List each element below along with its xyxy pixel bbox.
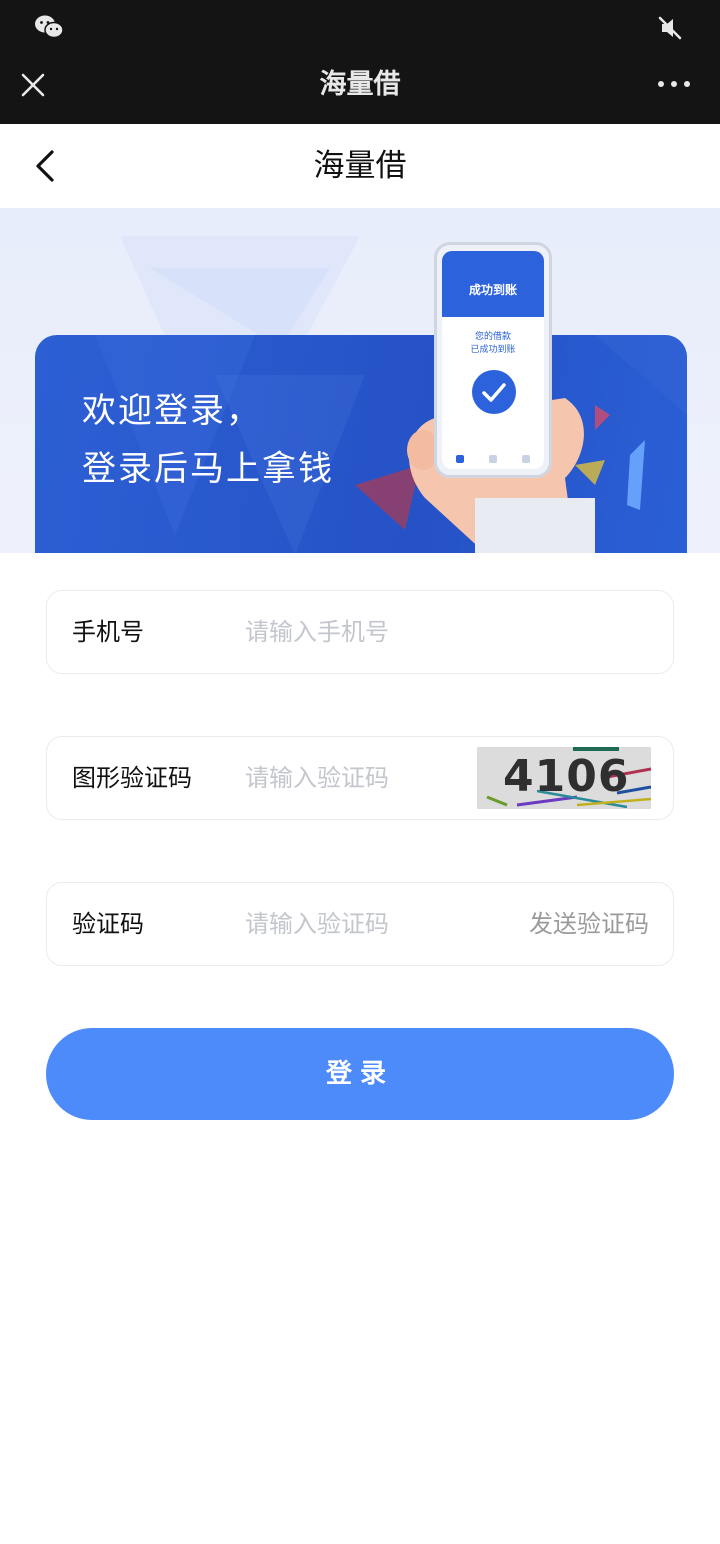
phone-illustration: 成功到账 您的借款 已成功到账 [434,242,552,478]
wechat-title: 海量借 [319,69,401,100]
captcha-label: 图形验证码 [72,764,192,792]
phone-subtitle-1: 您的借款 [474,332,511,342]
sms-label: 验证码 [72,910,144,938]
wechat-title-bar: 海量借 [0,56,720,124]
banner-heading-line1: 欢迎登录， [82,391,262,431]
phone-field: 手机号 [46,590,674,674]
page-title: 海量借 [313,148,407,184]
captcha-image[interactable]: 4106 [477,747,651,809]
nav-bar: 海量借 [0,124,720,208]
login-button[interactable]: 登录 [46,1028,674,1120]
phone-header-text: 成功到账 [468,283,517,297]
captcha-text: 4106 [503,751,630,802]
phone-subtitle-2: 已成功到账 [470,345,516,355]
phone-header: 成功到账 [442,251,544,317]
send-code-button[interactable]: 发送验证码 [529,905,649,943]
sms-code-input[interactable] [245,903,485,945]
wechat-icon [35,15,64,39]
check-circle-icon [472,370,516,414]
status-bar [0,0,720,56]
banner-heading-line2: 登录后马上拿钱 [82,449,334,489]
phone-input[interactable] [245,611,485,653]
phone-tabbar-icons [456,455,530,463]
captcha-field: 图形验证码 4106 [46,736,674,820]
phone-screen: 成功到账 您的借款 已成功到账 [442,251,544,469]
welcome-banner: 欢迎登录， 登录后马上拿钱 成功到账 您的借款 已成功到账 [0,208,720,553]
sms-field: 验证码 发送验证码 [46,882,674,966]
mute-icon [658,16,682,40]
captcha-input[interactable] [245,757,485,799]
phone-label: 手机号 [72,618,144,646]
more-icon[interactable] [654,74,694,94]
